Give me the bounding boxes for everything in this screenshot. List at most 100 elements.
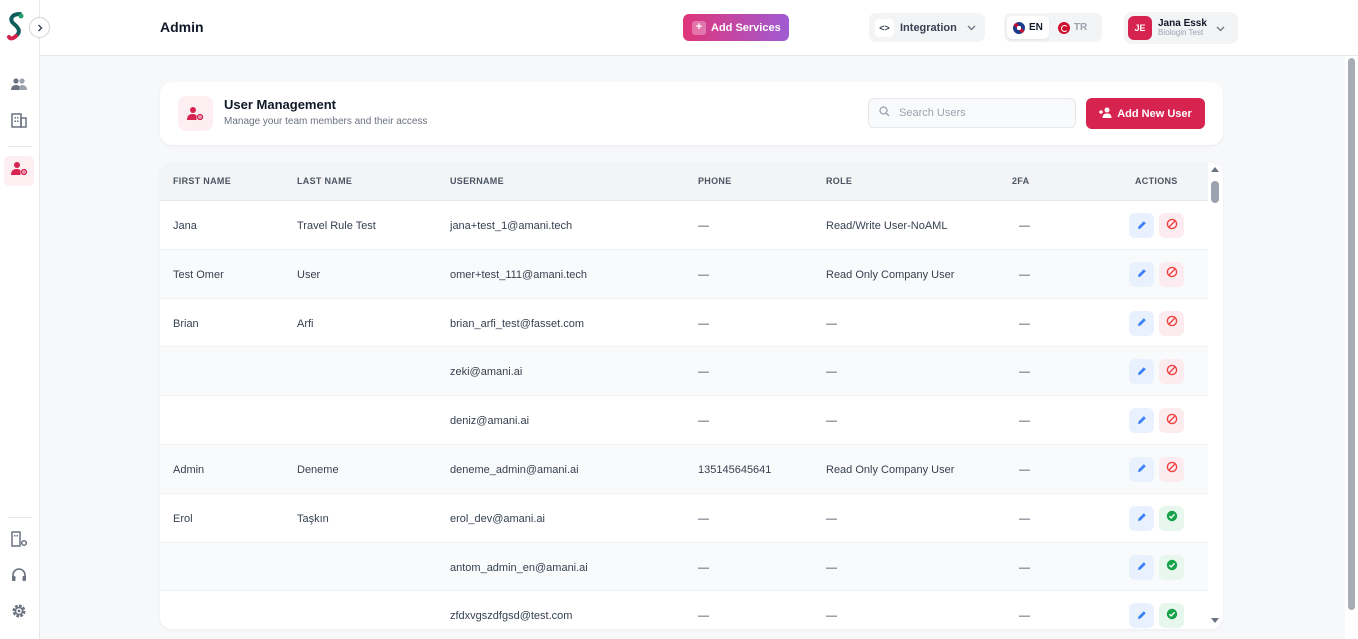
sidebar-item-company[interactable]	[4, 108, 34, 138]
column-header-role[interactable]: ROLE	[826, 176, 852, 186]
sidebar-item-user-management[interactable]	[4, 156, 34, 186]
ban-icon	[1166, 265, 1178, 283]
edit-user-button[interactable]	[1129, 408, 1154, 434]
user-settings-icon	[10, 161, 28, 181]
edit-user-button[interactable]	[1129, 261, 1154, 287]
user-settings-icon	[178, 96, 213, 131]
deactivate-user-button[interactable]	[1159, 261, 1184, 287]
lang-en-button[interactable]: EN	[1007, 16, 1049, 39]
cell-last-name: User	[297, 268, 321, 281]
cell-role: —	[826, 561, 837, 574]
table-row: Erol Taşkın erol_dev@amani.ai — — —	[160, 494, 1208, 543]
cell-2fa: —	[1019, 512, 1030, 525]
pencil-icon	[1137, 314, 1147, 332]
table-row: Test Omer User omer+test_111@amani.tech — Re…	[160, 249, 1208, 299]
cell-role: —	[826, 610, 837, 623]
column-header-last-name[interactable]: LAST NAME	[297, 176, 352, 186]
ban-icon	[1166, 363, 1178, 381]
add-new-user-label: Add New User	[1117, 107, 1192, 120]
code-icon: <>	[875, 18, 894, 37]
cell-first-name: Jana	[173, 220, 197, 232]
check-circle-icon	[1166, 607, 1178, 625]
cell-role: —	[826, 415, 837, 428]
sidebar-item-settings[interactable]	[4, 598, 34, 628]
edit-user-button[interactable]	[1129, 603, 1154, 629]
sidebar-item-support[interactable]	[4, 562, 34, 592]
edit-user-button[interactable]	[1129, 456, 1154, 482]
cell-phone: —	[698, 366, 709, 379]
cell-2fa: —	[1019, 463, 1030, 476]
cell-username: omer+test_111@amani.tech	[450, 268, 588, 281]
add-new-user-button[interactable]: Add New User	[1086, 98, 1205, 129]
page-scrollbar-thumb[interactable]	[1348, 58, 1355, 610]
deactivate-user-button[interactable]	[1159, 408, 1184, 434]
user-organization: Biologin Test	[1158, 28, 1204, 38]
edit-user-button[interactable]	[1129, 505, 1154, 531]
search-icon	[879, 104, 890, 122]
scroll-down-arrow-icon[interactable]	[1211, 618, 1219, 623]
page-title: Admin	[160, 19, 204, 35]
chevron-right-icon	[36, 19, 44, 37]
deactivate-user-button[interactable]	[1159, 456, 1184, 482]
cell-username: brian_arfi_test@fasset.com	[450, 317, 585, 330]
headset-icon	[11, 567, 27, 588]
column-header-actions: ACTIONS	[1135, 176, 1178, 186]
ban-icon	[1166, 217, 1178, 235]
user-menu[interactable]: JE Jana Essk Biologin Test	[1124, 12, 1238, 44]
activate-user-button[interactable]	[1159, 505, 1184, 531]
deactivate-user-button[interactable]	[1159, 359, 1184, 385]
cell-phone: —	[698, 268, 709, 281]
check-circle-icon	[1166, 509, 1178, 527]
column-header-username[interactable]: USERNAME	[450, 176, 504, 186]
table-scrollbar-thumb[interactable]	[1211, 181, 1219, 203]
column-header-phone[interactable]: PHONE	[698, 176, 732, 186]
activate-user-button[interactable]	[1159, 603, 1184, 629]
chevron-down-icon	[1216, 19, 1225, 37]
cell-first-name: Erol	[173, 512, 193, 525]
lang-en-label: EN	[1029, 22, 1043, 33]
pencil-icon	[1137, 217, 1147, 235]
cell-last-name: Arfi	[297, 317, 314, 330]
cell-username: deneme_admin@amani.ai	[450, 463, 579, 476]
page-scrollbar[interactable]	[1345, 56, 1358, 639]
cell-phone: —	[698, 415, 709, 428]
search-users-input[interactable]	[899, 107, 1069, 119]
edit-user-button[interactable]	[1129, 359, 1154, 385]
table-row: deniz@amani.ai — — —	[160, 396, 1208, 445]
add-services-button[interactable]: + Add Services	[683, 14, 789, 41]
avatar: JE	[1128, 16, 1152, 40]
ban-icon	[1166, 460, 1178, 478]
cell-role: —	[826, 317, 837, 330]
cell-username: zfdxvgszdfgsd@test.com	[450, 610, 573, 623]
column-header-2fa[interactable]: 2FA	[1012, 176, 1029, 186]
sidebar-item-company-settings[interactable]	[4, 526, 34, 556]
deactivate-user-button[interactable]	[1159, 310, 1184, 336]
column-header-first-name[interactable]: FIRST NAME	[173, 176, 231, 186]
users-icon	[11, 77, 27, 96]
table-header: FIRST NAME LAST NAME USERNAME PHONE ROLE…	[160, 163, 1208, 201]
check-circle-icon	[1166, 558, 1178, 576]
cell-role: Read/Write User-NoAML	[826, 220, 948, 232]
section-title: User Management	[224, 97, 336, 112]
edit-user-button[interactable]	[1129, 310, 1154, 336]
edit-user-button[interactable]	[1129, 554, 1154, 580]
sidebar-divider	[8, 517, 32, 518]
table-row: zfdxvgszdfgsd@test.com — — —	[160, 591, 1208, 629]
cell-last-name: Travel Rule Test	[297, 220, 376, 232]
sidebar-collapse-button[interactable]	[29, 17, 50, 38]
table-body: Jana Travel Rule Test jana+test_1@amani.te…	[160, 201, 1208, 629]
sidebar-item-users[interactable]	[4, 71, 34, 101]
pencil-icon	[1137, 460, 1147, 478]
lang-tr-button[interactable]: TR	[1052, 16, 1093, 39]
search-box	[868, 98, 1076, 128]
integration-dropdown[interactable]: <> Integration	[869, 13, 985, 42]
pencil-icon	[1137, 509, 1147, 527]
cell-first-name: Test Omer	[173, 268, 224, 281]
cell-2fa: —	[1019, 317, 1030, 330]
cell-first-name: Brian	[173, 317, 199, 330]
deactivate-user-button[interactable]	[1159, 213, 1184, 238]
scroll-up-arrow-icon[interactable]	[1211, 167, 1219, 172]
table-scrollbar[interactable]	[1208, 163, 1223, 629]
edit-user-button[interactable]	[1129, 213, 1154, 238]
activate-user-button[interactable]	[1159, 554, 1184, 580]
